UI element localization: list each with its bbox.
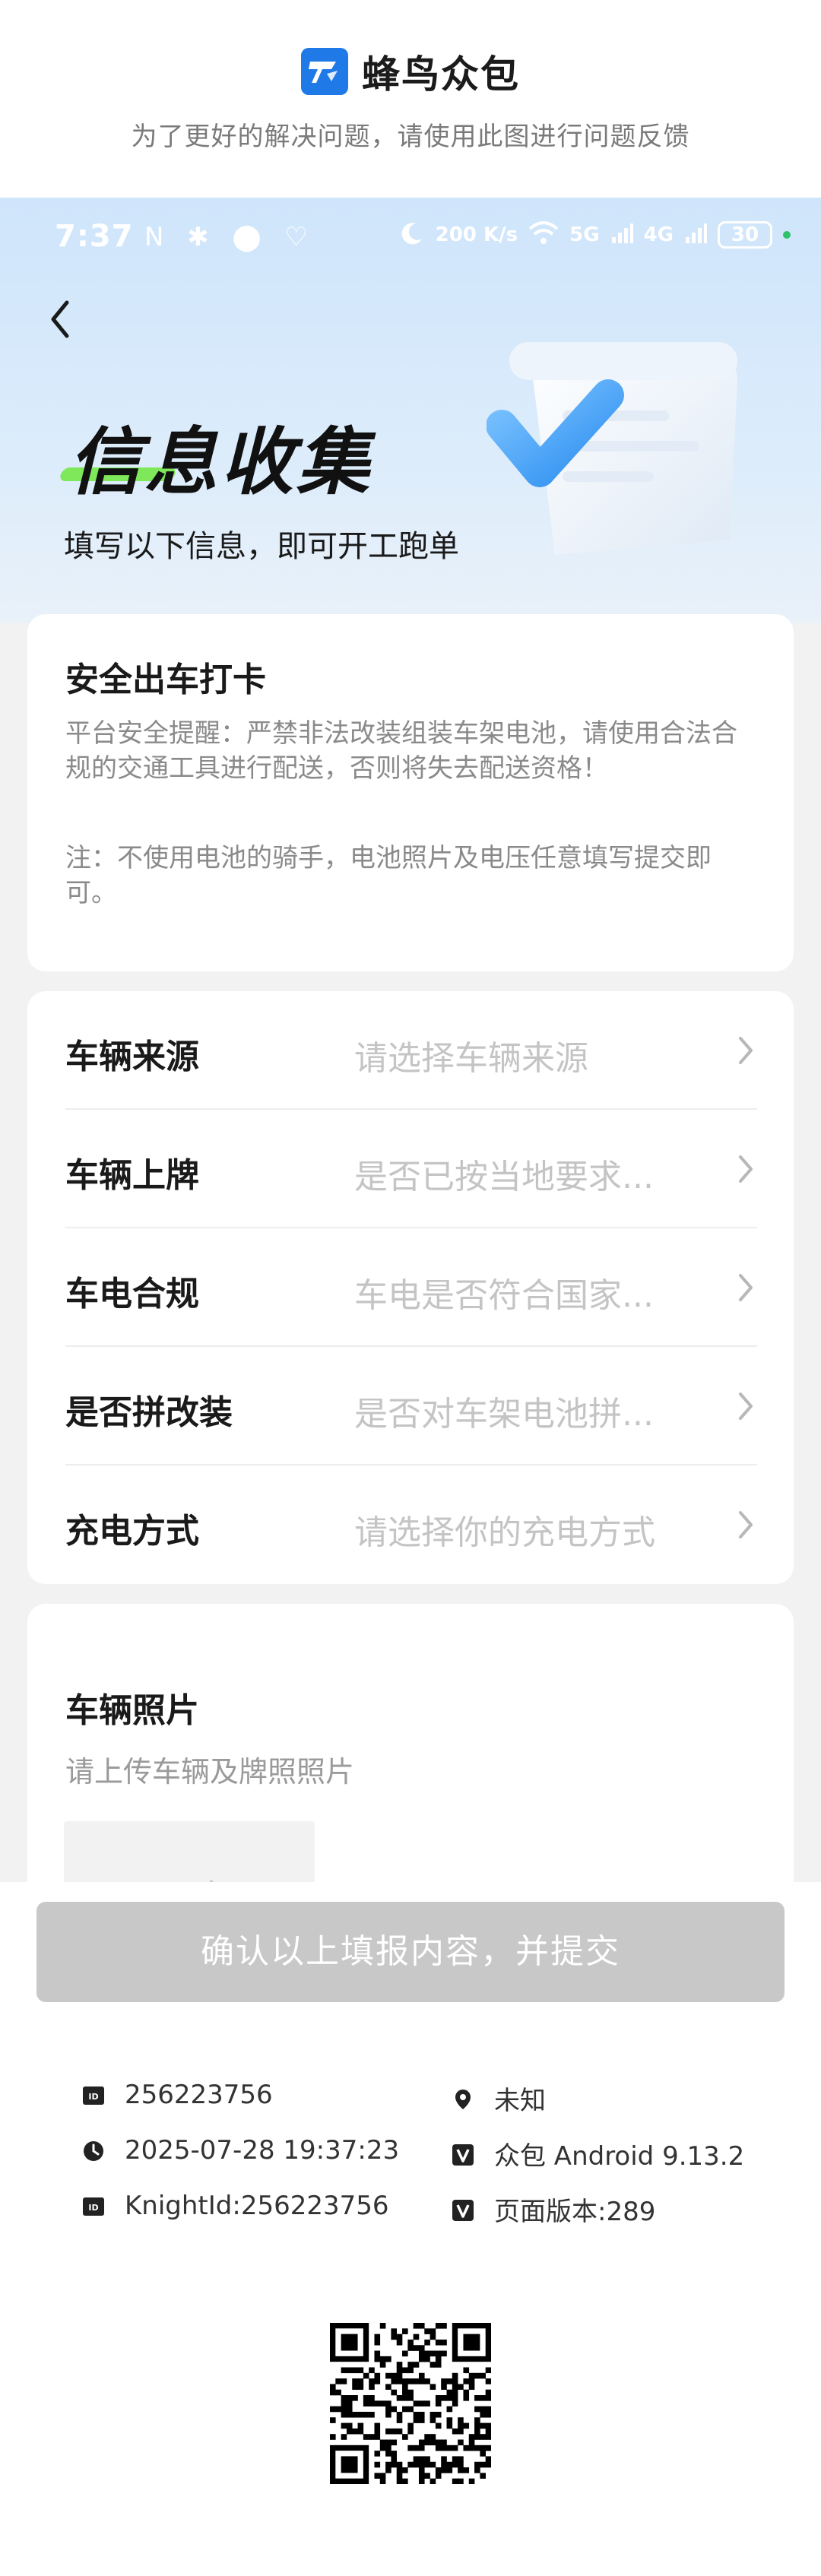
qr-code xyxy=(330,2323,492,2485)
status-time: 7:37 xyxy=(55,219,134,254)
debug-info-footer: ID 256223756 未知 2025-07-28 19:37:23 众包 A… xyxy=(0,2026,821,2576)
info-page-version: 页面版本:289 xyxy=(452,2191,655,2228)
form-value-placeholder: 是否对车架电池拼... xyxy=(354,1395,654,1434)
form-value-placeholder: 请选择车辆来源 xyxy=(354,1039,588,1078)
status-bar: 7:37 N ✱ ⬤ ♡ 200 K/s 5G 4G 30 xyxy=(0,214,821,260)
network-speed: 200 K/s xyxy=(435,223,518,246)
form-label: 车电合规 xyxy=(65,1275,199,1313)
safety-note: 注：不使用电池的骑手，电池照片及电压任意填写提交即可。 xyxy=(65,843,712,908)
info-datetime: 2025-07-28 19:37:23 xyxy=(82,2135,399,2166)
form-value-placeholder: 车电是否符合国家... xyxy=(354,1276,654,1315)
brand-header: 蜂鸟众包 为了更好的解决问题，请使用此图进行问题反馈 xyxy=(0,0,821,198)
safety-reminder: 平台安全提醒：严禁非法改装组装车架电池，请使用合法合规的交通工具进行配送，否则将… xyxy=(65,718,737,784)
submit-area: 确认以上填报内容，并提交 xyxy=(0,1882,821,2026)
photo-subtitle: 请上传车辆及牌照照片 xyxy=(65,1755,355,1789)
info-knight-id-text: KnightId:256223756 xyxy=(125,2191,389,2221)
brand-title: 蜂鸟众包 xyxy=(362,52,520,97)
clock-icon xyxy=(82,2139,105,2162)
form-label: 车辆来源 xyxy=(65,1038,199,1076)
photo-upload-button[interactable] xyxy=(64,1821,315,1885)
chevron-right-icon xyxy=(739,1155,753,1183)
safety-checkin-card: 安全出车打卡 平台安全提醒：严禁非法改装组装车架电池，请使用合法合规的交通工具进… xyxy=(27,614,794,971)
wifi-icon xyxy=(528,221,559,249)
signal-5g-icon xyxy=(610,222,633,248)
info-location-text: 未知 xyxy=(494,2086,546,2116)
vehicle-photo-card: 车辆照片 请上传车辆及牌照照片 xyxy=(27,1604,794,1885)
form-label: 充电方式 xyxy=(65,1512,199,1551)
form-label: 车辆上牌 xyxy=(65,1156,199,1195)
form-row-license-plate[interactable]: 车辆上牌 是否已按当地要求... xyxy=(65,1110,757,1228)
id-badge-icon: ID xyxy=(82,2083,105,2106)
version-badge-icon xyxy=(452,2198,474,2221)
chevron-right-icon xyxy=(739,1037,753,1064)
brand-subtitle: 为了更好的解决问题，请使用此图进行问题反馈 xyxy=(131,122,690,152)
safety-title: 安全出车打卡 xyxy=(65,661,266,699)
hero-title: 信息收集 xyxy=(68,420,372,505)
form-row-vehicle-source[interactable]: 车辆来源 请选择车辆来源 xyxy=(65,991,757,1110)
info-location: 未知 xyxy=(452,2080,546,2117)
document-check-illustration-icon xyxy=(486,312,760,585)
version-badge-icon xyxy=(452,2143,474,2166)
network-4g-label: 4G xyxy=(643,223,674,246)
chevron-left-icon xyxy=(51,300,69,338)
status-notification-icons: N ✱ ⬤ ♡ xyxy=(144,222,315,252)
info-page-version-text: 页面版本:289 xyxy=(494,2197,656,2227)
moon-icon xyxy=(399,220,425,249)
form-row-battery-compliance[interactable]: 车电合规 车电是否符合国家... xyxy=(65,1228,757,1347)
form-value-placeholder: 请选择你的充电方式 xyxy=(354,1513,655,1552)
hero-subtitle: 填写以下信息，即可开工跑单 xyxy=(64,529,459,564)
form-row-charging-method[interactable]: 充电方式 请选择你的充电方式 xyxy=(65,1465,757,1584)
signal-4g-icon xyxy=(684,222,707,248)
info-app-version-text: 众包 Android 9.13.2 xyxy=(494,2141,745,2172)
vehicle-form-card: 车辆来源 请选择车辆来源 车辆上牌 是否已按当地要求... 车电合规 车电是否符… xyxy=(27,991,794,1584)
back-button[interactable] xyxy=(38,289,84,350)
submit-button[interactable]: 确认以上填报内容，并提交 xyxy=(36,1902,785,2002)
svg-text:ID: ID xyxy=(88,2203,98,2213)
photo-title: 车辆照片 xyxy=(65,1691,199,1730)
info-user-id: ID 256223756 xyxy=(82,2080,273,2110)
phone-screen: 7:37 N ✱ ⬤ ♡ 200 K/s 5G 4G 30 信息收集 填写以下信… xyxy=(0,198,821,1885)
info-datetime-text: 2025-07-28 19:37:23 xyxy=(125,2135,400,2166)
status-right-group: 200 K/s 5G 4G 30 xyxy=(399,220,791,249)
brand-row: 蜂鸟众包 xyxy=(0,44,821,99)
info-app-version: 众包 Android 9.13.2 xyxy=(452,2135,744,2172)
info-knight-id: ID KnightId:256223756 xyxy=(82,2191,389,2221)
id-badge-icon: ID xyxy=(82,2194,105,2217)
svg-text:ID: ID xyxy=(88,2092,98,2102)
chevron-right-icon xyxy=(739,1393,753,1420)
form-row-modification[interactable]: 是否拼改装 是否对车架电池拼... xyxy=(65,1347,757,1465)
network-5g-label: 5G xyxy=(569,223,600,246)
form-label: 是否拼改装 xyxy=(65,1393,233,1432)
form-value-placeholder: 是否已按当地要求... xyxy=(354,1158,654,1196)
hummingbird-logo-icon xyxy=(301,48,348,95)
privacy-dot xyxy=(783,231,791,239)
location-pin-icon xyxy=(452,2087,474,2110)
info-user-id-text: 256223756 xyxy=(125,2080,273,2110)
battery-indicator: 30 xyxy=(718,221,772,249)
chevron-right-icon xyxy=(739,1511,753,1538)
hero-banner: 7:37 N ✱ ⬤ ♡ 200 K/s 5G 4G 30 信息收集 填写以下信… xyxy=(0,198,821,623)
chevron-right-icon xyxy=(739,1274,753,1301)
